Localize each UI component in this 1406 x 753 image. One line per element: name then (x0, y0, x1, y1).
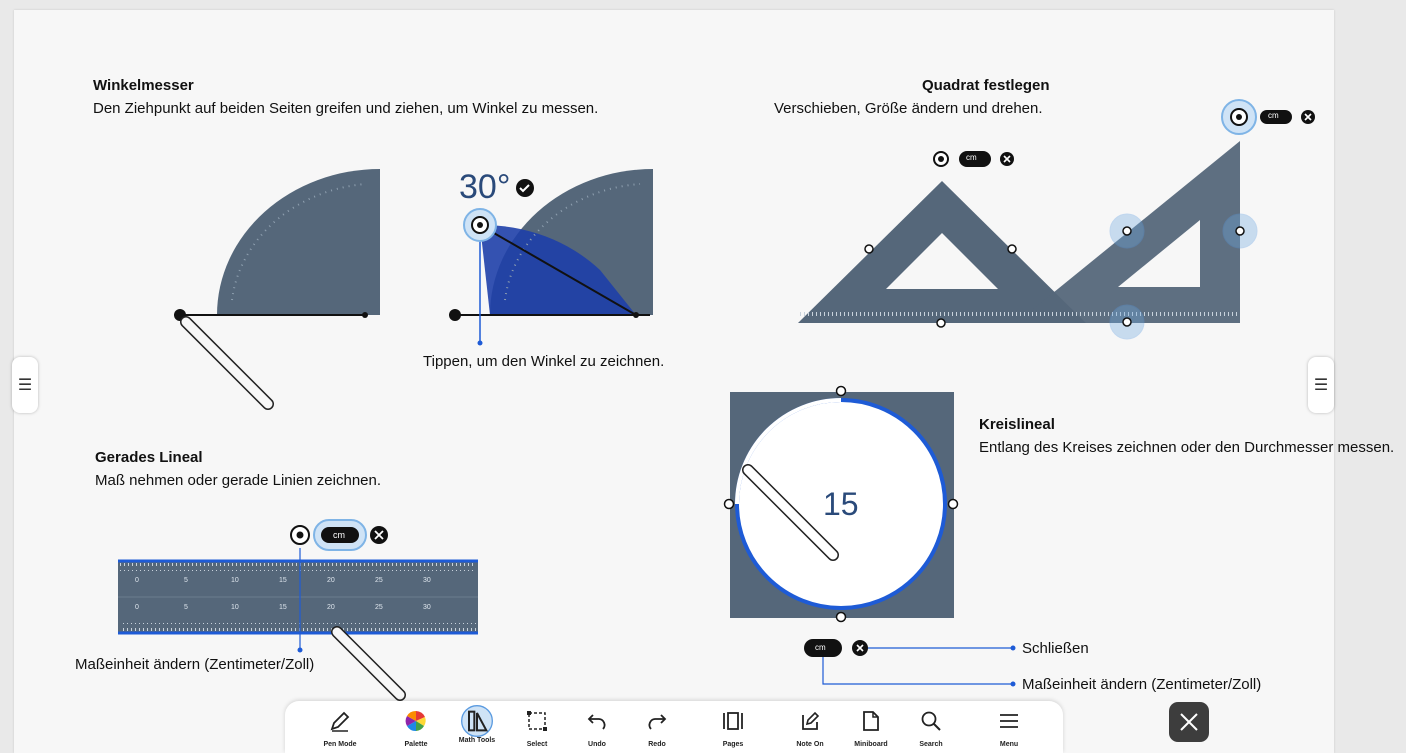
miniboard-icon (863, 711, 879, 731)
circle-title: Kreislineal (979, 416, 1055, 433)
menu-button[interactable]: Menu (979, 705, 1039, 753)
angle-readout: 30° (459, 168, 511, 206)
ruler-title: Gerades Lineal (95, 449, 203, 466)
square-description: Verschieben, Größe ändern und drehen. (774, 100, 1043, 117)
redo-button[interactable]: Redo (627, 705, 687, 753)
pen-mode-button[interactable]: Pen Mode (310, 705, 370, 753)
circle-unit-hint: Maßeinheit ändern (Zentimeter/Zoll) (1022, 676, 1262, 693)
protractor-description: Den Ziehpunkt auf beiden Seiten greifen … (93, 100, 599, 117)
note-on-icon (802, 711, 820, 730)
stylus-icon (331, 626, 406, 701)
math-tools-button[interactable]: Math Tools (447, 705, 507, 753)
miniboard-button[interactable]: Miniboard (841, 705, 901, 753)
square-unit-badge-small[interactable]: cm (966, 153, 977, 162)
select-icon (527, 711, 547, 731)
protractor-hint: Tippen, um den Winkel zu zeichnen. (423, 353, 665, 370)
set-squares (798, 141, 1258, 340)
close-icon (1180, 713, 1198, 731)
diameter-readout: 15 (823, 486, 859, 522)
pages-icon (723, 712, 743, 730)
ruler-unit-hint: Maßeinheit ändern (Zentimeter/Zoll) (75, 656, 315, 673)
search-icon (921, 711, 941, 731)
stylus-icon (180, 316, 274, 410)
undo-icon (587, 714, 606, 730)
palette-button[interactable]: Palette (386, 705, 446, 753)
square-unit-badge-large[interactable]: cm (1268, 111, 1279, 120)
circle-ruler (723, 385, 1016, 687)
redo-icon (648, 714, 667, 730)
note-on-button[interactable]: Note On (780, 705, 840, 753)
square-title: Quadrat festlegen (922, 77, 1050, 94)
palette-icon (405, 710, 426, 732)
select-button[interactable]: Select (507, 705, 567, 753)
protractor-left (174, 169, 380, 410)
close-guide-button[interactable] (1169, 702, 1209, 742)
menu-icon (1000, 714, 1018, 728)
search-button[interactable]: Search (901, 705, 961, 753)
circle-unit-badge[interactable]: cm (815, 643, 826, 652)
undo-button[interactable]: Undo (567, 705, 627, 753)
bottom-toolbar: Pen Mode Palette Math Tools Select Undo … (285, 701, 1063, 753)
ruler-description: Maß nehmen oder gerade Linien zeichnen. (95, 472, 382, 489)
close-hint: Schließen (1022, 640, 1089, 657)
math-tools-icon (461, 705, 493, 737)
circle-description: Entlang des Kreises zeichnen oder den Du… (979, 439, 1395, 456)
pen-icon (330, 711, 350, 732)
protractor-title: Winkelmesser (93, 77, 194, 94)
pages-button[interactable]: Pages (703, 705, 763, 753)
ruler-unit-badge[interactable]: cm (333, 530, 345, 540)
